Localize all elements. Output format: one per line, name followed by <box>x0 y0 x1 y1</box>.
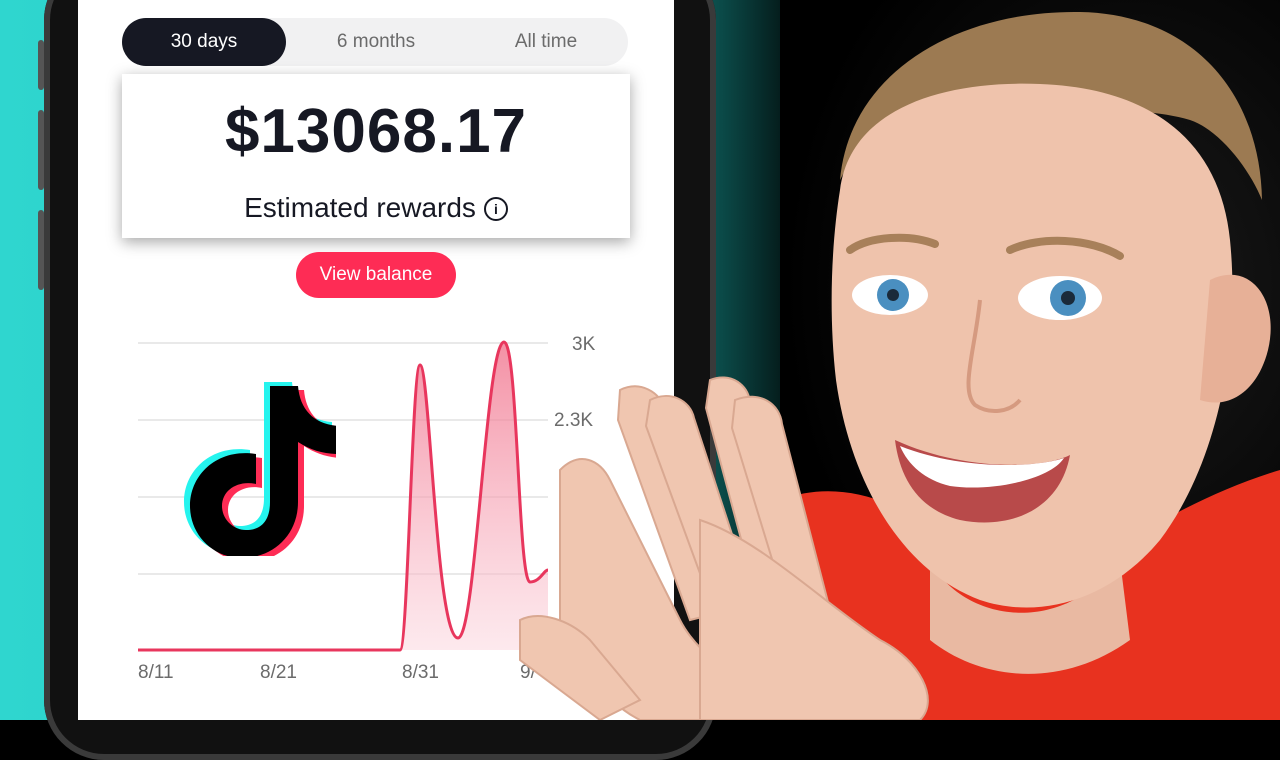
info-icon[interactable]: i <box>483 197 508 221</box>
rewards-label: Estimated rewards <box>244 192 476 223</box>
phone-screen: 30 days 6 months All time $13068.17 Esti… <box>78 0 674 720</box>
tab-all-time[interactable]: All time <box>464 18 628 66</box>
tiktok-logo-icon <box>184 382 336 556</box>
rewards-label-row: Estimated rewards i <box>122 192 630 224</box>
phone-volume-button <box>38 110 44 190</box>
rewards-card: $13068.17 Estimated rewards i <box>122 74 630 238</box>
x-tick-label: 8/31 <box>402 662 439 683</box>
y-tick-label: 2.3K <box>554 410 593 431</box>
y-tick-label: 3K <box>572 334 596 355</box>
x-tick-label: 9/ <box>520 662 537 683</box>
period-selector: 30 days 6 months All time <box>122 18 628 66</box>
rewards-chart: 3K 2.3K 75 8/11 8/21 8/31 9/ <box>138 334 596 683</box>
phone-side-button <box>38 40 44 90</box>
rewards-amount: $13068.17 <box>224 97 528 166</box>
tab-30-days[interactable]: 30 days <box>122 18 286 66</box>
view-balance-button[interactable]: View balance <box>296 252 456 298</box>
phone-volume-button <box>38 210 44 290</box>
y-tick-label: 75 <box>564 564 585 585</box>
x-tick-label: 8/11 <box>138 662 174 683</box>
tab-6-months[interactable]: 6 months <box>294 18 458 66</box>
dark-background <box>780 0 1280 720</box>
x-tick-label: 8/21 <box>260 662 297 683</box>
